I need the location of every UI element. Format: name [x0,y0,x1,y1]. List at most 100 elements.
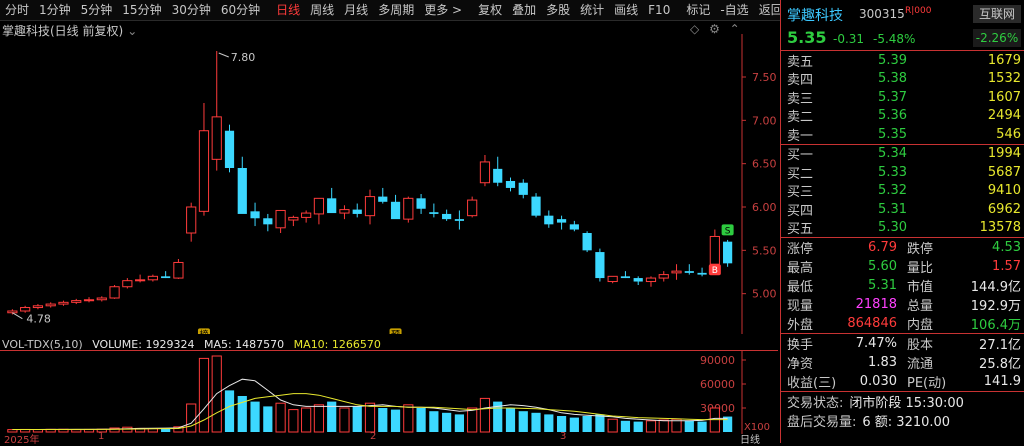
stat-value: 6.79 [868,240,897,255]
toolbar-item[interactable]: 周线 [305,0,339,20]
vol-y-tick-label: 60000 [700,378,735,391]
bid-row[interactable]: 买三 5.32 9410 [781,182,1024,200]
stat-row: 最低 5.31 市值 144.9亿 [781,276,1024,295]
toolbar-item[interactable]: 叠加 [507,0,541,20]
candle-body [556,219,567,223]
margin-badge: R|000 [905,6,932,16]
stat-label: 内盘 [907,318,934,333]
toolbar-item[interactable]: 15分钟 [117,0,166,20]
candle-body [416,198,426,209]
candle-body [505,181,516,188]
candle-body [684,271,694,273]
toolbar-item[interactable]: 分时 [0,0,34,20]
candle-body [378,196,388,202]
price-change-pct: -5.48% [873,32,916,46]
candle-body [122,280,133,288]
toolbar-item[interactable]: 30分钟 [167,0,216,20]
ask-row[interactable]: 卖一 5.35 546 [781,125,1024,144]
ask-row[interactable]: 卖三 5.37 1607 [781,88,1024,107]
stat-value: 0.030 [859,374,897,389]
volume-bar [313,404,325,433]
toolbar-item[interactable]: 月线 [339,0,373,20]
stat-value: 106.4万 [970,318,1021,333]
toolbar-item[interactable]: 标记 [681,0,715,20]
bid-row[interactable]: 买五 5.30 13578 [781,219,1024,237]
toolbar-item[interactable]: F10 [643,0,675,20]
stat-value: 5.31 [868,278,897,293]
candlestick-chart[interactable]: 7.507.006.506.005.505.007.804.78榜预SB [0,34,778,334]
candle-body [671,270,682,274]
candle-body [7,310,18,314]
stat-label: 现量 [787,299,814,314]
candle-body [263,218,273,225]
stat-label: 流通 [907,357,934,372]
candle-body [697,272,707,275]
stat-label: 量比 [907,261,934,276]
stock-name[interactable]: 掌趣科技 [787,5,843,25]
ask-row[interactable]: 卖五 5.39 1679 [781,51,1024,70]
bid-row[interactable]: 买一 5.34 1994 [781,145,1024,163]
volume-chart[interactable]: 900006000030000X100 [0,350,778,434]
candle-body [250,211,260,219]
stat-row: 净资 1.83 流通 25.8亿 [781,353,1024,372]
price-row: 5.35 -0.31 -5.48% -2.26% [781,26,1024,50]
toolbar-item[interactable]: 更多 > [419,0,467,20]
ask-row[interactable]: 卖二 5.36 2494 [781,107,1024,125]
candle-body [339,209,350,214]
after-hours-row: 盘后交易量: 6 额: 3210.00 [781,411,1024,430]
stat-value: 21818 [855,297,897,312]
y-tick-label: 5.00 [752,288,777,301]
low-label: 4.78 [26,313,50,326]
volume-bar [595,414,605,432]
ask-price: 5.36 [878,108,907,124]
volume-bar [352,406,362,432]
ask-row[interactable]: 卖四 5.38 1532 [781,70,1024,88]
ask-volume: 546 [996,126,1021,142]
candle-body [607,275,618,283]
stat-value: 1.83 [868,355,897,370]
toolbar-item[interactable]: 复权 [473,0,507,20]
toolbar-item[interactable]: 1分钟 [34,0,76,20]
candle-body [173,261,184,279]
low-pointer [12,312,23,320]
quote-header: 掌趣科技 300315 R|000 互联网 [781,0,1024,26]
candle-body [211,116,222,160]
ask-book: 卖五 5.39 1679 卖四 5.38 1532 卖三 5.37 1607 卖二 5.36 2494… [781,50,1024,144]
y-tick-label: 5.50 [752,244,777,257]
ask-level-label: 卖五 [787,54,814,70]
candle-body [71,300,82,303]
candle-body [32,305,44,309]
toolbar-item[interactable]: 统计 [575,0,609,20]
volume-bar [186,403,197,433]
xaxis-label: 3 [560,431,567,442]
candle-body [645,277,657,283]
toolbar-item[interactable]: 多股 [541,0,575,20]
volume-bar [364,402,376,433]
candle-body [493,168,503,183]
bid-row[interactable]: 买二 5.33 5687 [781,163,1024,182]
candle-body [569,224,579,230]
stat-value: 192.9万 [970,299,1021,314]
stock-code: 300315 [859,7,905,21]
bid-row[interactable]: 买四 5.31 6962 [781,200,1024,219]
trade-status-row: 交易状态: 闭市阶段 15:30:00 [781,392,1024,411]
ask-volume: 2494 [987,108,1021,124]
toolbar-item[interactable]: 5分钟 [76,0,118,20]
stat-label: 外盘 [787,318,814,333]
stat-value: 5.60 [868,259,897,274]
toolbar-item[interactable]: -自选 [715,0,753,20]
candle-body [135,279,146,282]
candle-body [45,303,56,307]
volume-bar [250,401,260,432]
toolbar-item[interactable]: 60分钟 [216,0,265,20]
vol-y-tick-label: 90000 [700,354,735,367]
candle-body [20,307,31,312]
volume-bar [71,429,82,433]
candle-body [109,286,120,299]
y-tick-label: 7.00 [752,114,777,127]
toolbar-item[interactable]: 日线 [271,0,305,20]
toolbar-item[interactable]: 画线 [609,0,643,20]
sector-tag[interactable]: 互联网 [973,5,1021,23]
toolbar-item[interactable]: 多周期 [373,0,419,20]
stat-label: 股本 [907,338,934,353]
